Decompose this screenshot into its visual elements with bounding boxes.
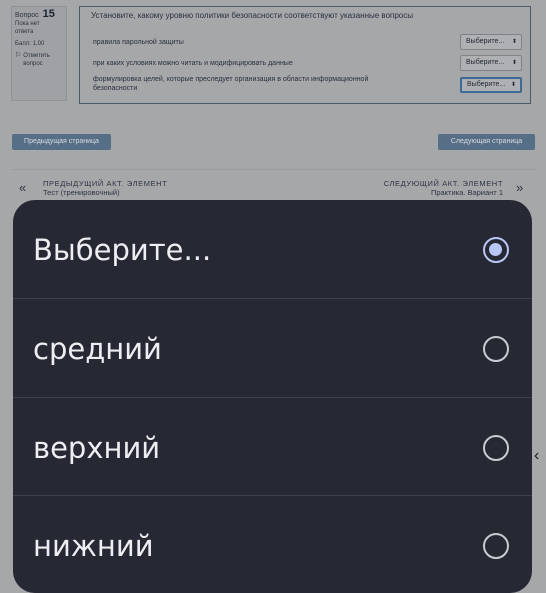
question-info-box: Вопрос 15 Пока нет ответа Балл: 1,00 ⚐ О… <box>11 6 67 101</box>
question-points: Балл: 1,00 <box>15 41 45 47</box>
option-item[interactable]: нижний <box>13 496 532 593</box>
select-arrow-icon: ⬍ <box>510 82 516 88</box>
option-item[interactable]: верхний <box>13 398 532 497</box>
previous-page-button[interactable]: Предыдущая страница <box>12 134 111 150</box>
option-item[interactable]: средний <box>13 299 532 398</box>
select-arrow-icon: ⬍ <box>511 39 517 45</box>
match-row: формулировка целей, которые преследует о… <box>80 75 530 97</box>
question-content: Установите, какому уровню политики безоп… <box>79 6 531 104</box>
side-chevron-icon[interactable]: ‹ <box>534 447 539 465</box>
next-activity-caption: СЛЕДУЮЩИЙ АКТ. ЭЛЕМЕНТ <box>383 179 503 188</box>
option-label: нижний <box>33 528 154 563</box>
next-activity-title: Практика. Вариант 1 <box>430 188 503 197</box>
chevron-left-icon[interactable]: « <box>19 180 26 195</box>
select-arrow-icon: ⬍ <box>511 60 517 66</box>
option-item[interactable]: Выберите... <box>13 200 532 299</box>
chevron-right-icon[interactable]: » <box>516 180 523 195</box>
question-status: Пока нет <box>15 21 40 27</box>
previous-activity-caption: ПРЕДЫДУЩИЙ АКТ. ЭЛЕМЕНТ <box>43 179 168 188</box>
next-activity-link[interactable]: СЛЕДУЮЩИЙ АКТ. ЭЛЕМЕНТ Практика. Вариант… <box>384 179 503 197</box>
divider <box>12 169 535 170</box>
question-status-2: ответа <box>15 29 34 35</box>
option-label: верхний <box>33 430 161 465</box>
match-select-2[interactable]: Выберите... ⬍ <box>460 55 522 71</box>
flag-icon: ⚐ <box>15 52 22 59</box>
match-row: правила парольной защиты Выберите... ⬍ <box>80 34 530 56</box>
question-text: Установите, какому уровню политики безоп… <box>91 11 414 20</box>
match-row-text: правила парольной защиты <box>93 39 184 46</box>
match-row: при каких условиях можно читать и модифи… <box>80 55 530 77</box>
match-row-text: формулировка целей, которые преследует о… <box>93 76 369 92</box>
next-page-button[interactable]: Следующая страница <box>438 134 535 150</box>
quiz-page: Вопрос 15 Пока нет ответа Балл: 1,00 ⚐ О… <box>0 0 546 593</box>
radio-icon <box>483 335 509 362</box>
flag-question-link[interactable]: ⚐ Отметить вопрос <box>15 52 63 68</box>
flag-label-2: вопрос <box>23 61 43 67</box>
question-label: Вопрос <box>15 12 39 19</box>
match-row-text: при каких условиях можно читать и модифи… <box>93 60 293 67</box>
question-number: 15 <box>42 8 55 20</box>
previous-activity-link[interactable]: ПРЕДЫДУЩИЙ АКТ. ЭЛЕМЕНТ Тест (тренировоч… <box>43 179 167 197</box>
previous-activity-title: Тест (тренировочный) <box>43 188 120 197</box>
option-label: Выберите... <box>33 232 212 267</box>
radio-selected-icon <box>483 236 509 263</box>
option-label: средний <box>33 331 162 366</box>
radio-icon <box>483 532 509 559</box>
radio-icon <box>483 434 509 461</box>
match-select-1[interactable]: Выберите... ⬍ <box>460 34 522 50</box>
flag-label: Отметить <box>23 53 50 59</box>
select-options-sheet: Выберите... средний верхний нижний <box>13 200 532 593</box>
match-select-3[interactable]: Выберите... ⬍ <box>460 77 522 93</box>
